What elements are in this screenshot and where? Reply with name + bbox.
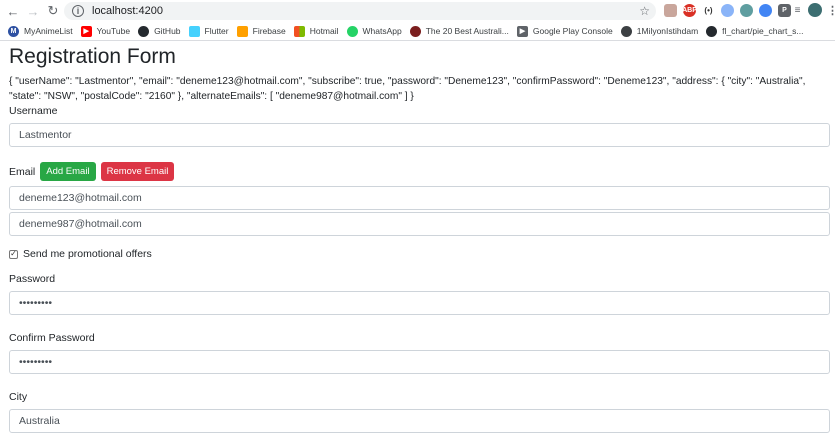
chat-extension-icon[interactable] [759, 4, 772, 17]
add-email-button[interactable]: Add Email [40, 162, 96, 181]
bookmark-firebase[interactable]: Firebase [236, 25, 286, 37]
email-label-row: Email Add Email Remove Email [9, 162, 830, 181]
bookmark-google-play-console[interactable]: ▶ Google Play Console [516, 25, 613, 37]
bookmark-hotmail[interactable]: Hotmail [293, 25, 339, 37]
bookmarks-bar: M MyAnimeList ▶ YouTube GitHub Flutter Fir… [0, 22, 835, 41]
page-title: Registration Form [9, 45, 176, 68]
address-bar[interactable]: i localhost:4200 ☆ [64, 2, 656, 20]
avatar[interactable] [808, 3, 822, 17]
city-input[interactable]: Australia [9, 409, 830, 433]
playlist-icon[interactable]: ≡ [791, 4, 804, 17]
password-input[interactable]: ••••••••• [9, 291, 830, 315]
github-icon [138, 25, 150, 37]
bookmark-myanimelist[interactable]: M MyAnimeList [8, 25, 73, 37]
whatsapp-icon [346, 25, 358, 37]
firebase-icon [236, 25, 248, 37]
color-extension-icon[interactable] [721, 4, 734, 17]
bookmark-github[interactable]: GitHub [138, 25, 181, 37]
alternate-email-input[interactable]: deneme987@hotmail.com [9, 212, 830, 236]
info-icon[interactable]: i [72, 5, 84, 17]
adblock-extension-icon[interactable]: ABP [682, 4, 697, 17]
bookmark-flutter[interactable]: Flutter [188, 25, 229, 37]
reload-icon[interactable]: ↻ [46, 3, 60, 18]
microsoft-icon [293, 25, 305, 37]
bookmark-youtube[interactable]: ▶ YouTube [80, 25, 130, 37]
pdf-extension-icon[interactable] [664, 4, 677, 17]
browser-toolbar: ← → ↻ i localhost:4200 ☆ ABP (•) P ≡ ⋮ [0, 0, 835, 22]
star-icon[interactable]: ☆ [639, 4, 650, 18]
site-icon [409, 25, 421, 37]
subscribe-checkbox[interactable]: ✓ [9, 249, 18, 259]
bookmark-fl-chart[interactable]: fl_chart/pie_chart_s... [706, 25, 803, 37]
confirm-password-label: Confirm Password [9, 332, 95, 344]
city-label: City [9, 391, 28, 403]
forward-arrow-icon[interactable]: → [26, 4, 40, 19]
p-extension-icon[interactable]: P [778, 4, 791, 17]
code-extension-icon[interactable]: (•) [702, 4, 715, 17]
email-input[interactable]: deneme123@hotmail.com [9, 186, 830, 210]
play-console-icon: ▶ [516, 25, 528, 37]
remove-email-button[interactable]: Remove Email [100, 162, 175, 181]
menu-kebab-icon[interactable]: ⋮ [826, 4, 835, 17]
password-label: Password [9, 273, 56, 285]
youtube-icon: ▶ [80, 25, 92, 37]
back-arrow-icon[interactable]: ← [6, 4, 20, 19]
email-label: Email [9, 165, 36, 178]
bookmark-best-australia[interactable]: The 20 Best Australi... [409, 25, 509, 37]
github-icon [706, 25, 718, 37]
bookmark-1milyonistihdam[interactable]: 1MilyonIstihdam [620, 25, 698, 37]
globe-icon [620, 25, 632, 37]
myanimelist-icon: M [8, 25, 19, 37]
confirm-password-input[interactable]: ••••••••• [9, 350, 830, 374]
registration-page: Registration Form { "userName": "Lastmen… [9, 40, 830, 433]
bookmark-whatsapp[interactable]: WhatsApp [346, 25, 402, 37]
username-input[interactable]: Lastmentor [9, 123, 830, 147]
json-preview: { "userName": "Lastmentor", "email": "de… [9, 76, 806, 102]
globe-extension-icon[interactable] [740, 4, 753, 17]
flutter-icon [188, 25, 200, 37]
username-label: Username [9, 105, 58, 117]
subscribe-row: ✓ Send me promotional offers [9, 248, 830, 260]
url-text: localhost:4200 [92, 5, 163, 17]
subscribe-label: Send me promotional offers [23, 248, 152, 260]
